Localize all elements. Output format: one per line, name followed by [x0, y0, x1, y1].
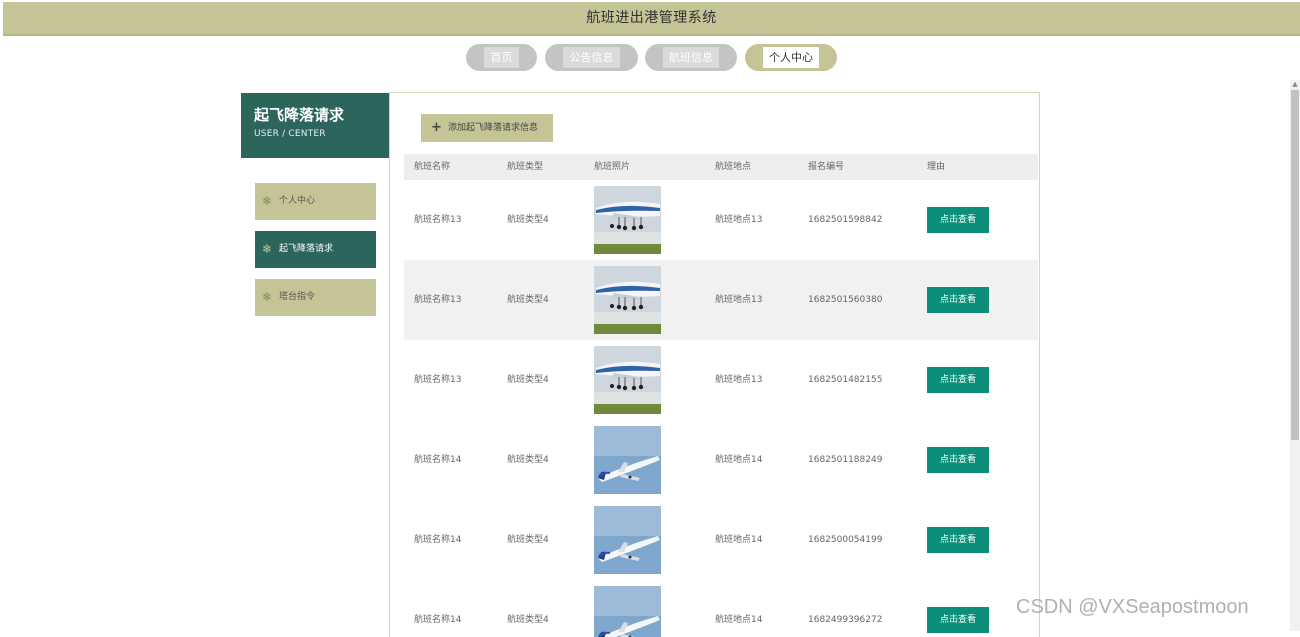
- sidebar-header: 起飞降落请求 USER / CENTER: [241, 93, 389, 158]
- nav-home[interactable]: 首页: [466, 44, 537, 71]
- nav-personal-center-label: 个人中心: [763, 47, 819, 68]
- header-bar: 航班进出港管理系统: [3, 2, 1300, 36]
- flight-name-cell: 航班名称13: [414, 215, 462, 225]
- table-row: 航班名称14 航班类型4 航班地点14 1682500054199 点击查看: [404, 500, 1038, 580]
- scroll-up-arrow-icon[interactable]: ▲: [1291, 80, 1299, 89]
- sidebar-item-label: 塔台指令: [279, 292, 316, 302]
- flight-type-cell: 航班类型4: [507, 375, 549, 385]
- registration-code-cell: 1682501188249: [808, 455, 883, 465]
- table-row: 航班名称14 航班类型4 航班地点14 1682501188249 点击查看: [404, 420, 1038, 500]
- registration-code-cell: 1682501560380: [808, 295, 883, 305]
- main-panel: + 添加起飞降落请求信息 航班名称 航班类型 航班照片 航班地点 报名编号 理由…: [389, 92, 1040, 637]
- registration-code-cell: 1682500054199: [808, 535, 883, 545]
- view-reason-button[interactable]: 点击查看: [927, 527, 989, 553]
- flight-name-cell: 航班名称13: [414, 375, 462, 385]
- flight-name-cell: 航班名称13: [414, 295, 462, 305]
- snowflake-icon: ❄: [262, 194, 273, 208]
- view-reason-button[interactable]: 点击查看: [927, 607, 989, 633]
- flight-name-cell: 航班名称14: [414, 535, 462, 545]
- flight-place-cell: 航班地点14: [715, 455, 763, 465]
- flight-type-cell: 航班类型4: [507, 615, 549, 625]
- registration-code-cell: 1682501598842: [808, 215, 883, 225]
- table-row: 航班名称13 航班类型4 航班地点13 1682501560380 点击查看: [404, 260, 1038, 340]
- flight-type-cell: 航班类型4: [507, 295, 549, 305]
- flight-place-cell: 航班地点13: [715, 295, 763, 305]
- column-header: 航班地点: [715, 162, 752, 172]
- table-row: 航班名称14 航班类型4 航班地点14 1682499396272 点击查看: [404, 580, 1038, 637]
- view-reason-button[interactable]: 点击查看: [927, 287, 989, 313]
- nav-home-label: 首页: [484, 47, 519, 68]
- view-reason-button[interactable]: 点击查看: [927, 367, 989, 393]
- flight-photo: [594, 586, 661, 637]
- flight-photo: [594, 426, 661, 494]
- nav-flights[interactable]: 航班信息: [645, 44, 737, 71]
- table-row: 航班名称13 航班类型4 航班地点13 1682501598842 点击查看: [404, 180, 1038, 260]
- nav-personal-center[interactable]: 个人中心: [745, 44, 837, 71]
- add-request-button[interactable]: + 添加起飞降落请求信息: [421, 114, 553, 142]
- table-row: 航班名称13 航班类型4 航班地点13 1682501482155 点击查看: [404, 340, 1038, 420]
- column-header: 航班名称: [414, 162, 451, 172]
- column-header: 航班照片: [594, 162, 631, 172]
- flight-place-cell: 航班地点14: [715, 535, 763, 545]
- sidebar-item-takeoff-landing[interactable]: ❄ 起飞降落请求: [255, 231, 376, 268]
- registration-code-cell: 1682501482155: [808, 375, 883, 385]
- flight-photo: [594, 266, 661, 334]
- flight-photo: [594, 186, 661, 254]
- flight-photo: [594, 506, 661, 574]
- nav-announcements[interactable]: 公告信息: [545, 44, 638, 71]
- flight-place-cell: 航班地点14: [715, 615, 763, 625]
- flight-place-cell: 航班地点13: [715, 375, 763, 385]
- sidebar-item-label: 起飞降落请求: [279, 244, 334, 254]
- flight-name-cell: 航班名称14: [414, 455, 462, 465]
- snowflake-icon: ❄: [262, 242, 273, 256]
- flight-type-cell: 航班类型4: [507, 455, 549, 465]
- main-nav: 首页 公告信息 航班信息 个人中心: [0, 44, 1300, 72]
- nav-flights-label: 航班信息: [663, 47, 719, 68]
- registration-code-cell: 1682499396272: [808, 615, 883, 625]
- sidebar-item-personal-center[interactable]: ❄ 个人中心: [255, 183, 376, 220]
- sidebar-item-label: 个人中心: [279, 196, 316, 206]
- snowflake-icon: ❄: [262, 290, 273, 304]
- watermark: CSDN @VXSeapostmoon: [1016, 596, 1249, 618]
- sidebar: 起飞降落请求 USER / CENTER ❄ 个人中心 ❄ 起飞降落请求 ❄ 塔…: [241, 93, 389, 316]
- view-reason-button[interactable]: 点击查看: [927, 207, 989, 233]
- nav-announcements-label: 公告信息: [563, 47, 620, 68]
- add-request-label: 添加起飞降落请求信息: [448, 123, 539, 133]
- page-scrollbar[interactable]: ▲: [1290, 80, 1300, 631]
- sidebar-subtitle: USER / CENTER: [254, 129, 326, 139]
- scrollbar-thumb[interactable]: [1291, 90, 1299, 440]
- flight-type-cell: 航班类型4: [507, 215, 549, 225]
- request-table: 航班名称 航班类型 航班照片 航班地点 报名编号 理由 航班名称13 航班类型4…: [404, 154, 1038, 637]
- flight-name-cell: 航班名称14: [414, 615, 462, 625]
- column-header: 理由: [927, 162, 946, 172]
- sidebar-title: 起飞降落请求: [254, 106, 345, 124]
- app-title: 航班进出港管理系统: [586, 10, 717, 26]
- plus-icon: +: [431, 120, 442, 135]
- view-reason-button[interactable]: 点击查看: [927, 447, 989, 473]
- table-header: 航班名称 航班类型 航班照片 航班地点 报名编号 理由: [404, 154, 1038, 180]
- sidebar-item-tower-command[interactable]: ❄ 塔台指令: [255, 279, 376, 316]
- column-header: 报名编号: [808, 162, 845, 172]
- flight-photo: [594, 346, 661, 414]
- flight-type-cell: 航班类型4: [507, 535, 549, 545]
- column-header: 航班类型: [507, 162, 544, 172]
- flight-place-cell: 航班地点13: [715, 215, 763, 225]
